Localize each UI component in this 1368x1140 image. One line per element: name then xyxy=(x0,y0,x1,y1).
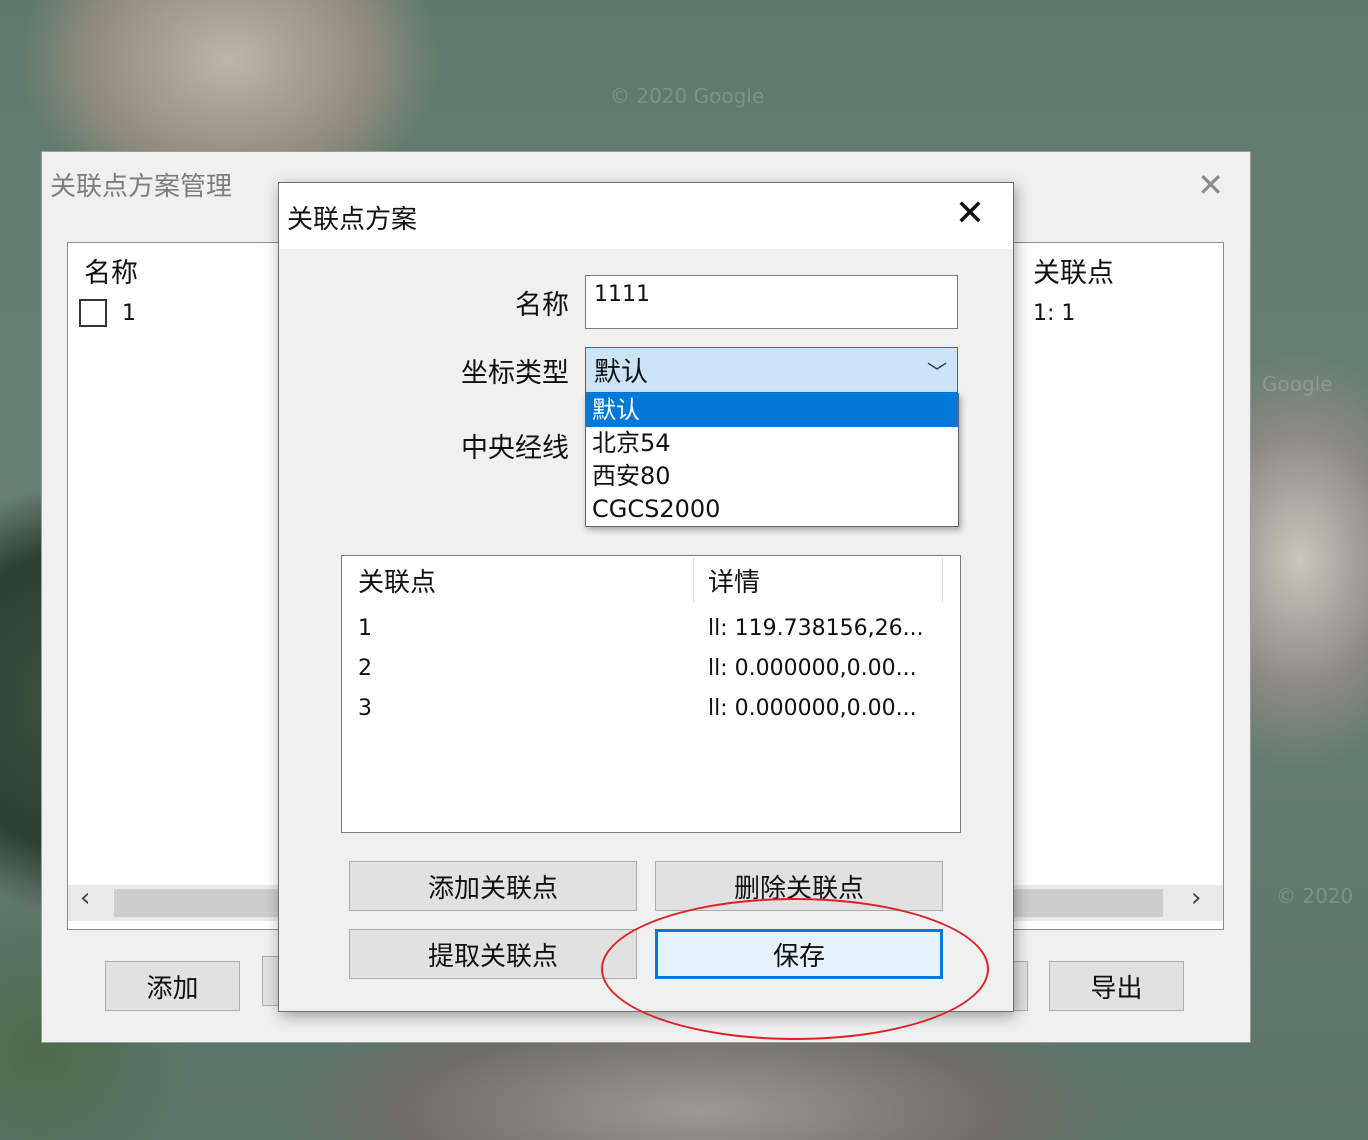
row-checkbox[interactable] xyxy=(79,299,107,327)
manager-title: 关联点方案管理 xyxy=(50,172,233,202)
map-watermark: © 2020 Google xyxy=(610,84,765,108)
horizontal-scrollbar[interactable]: ‹ xyxy=(68,883,283,921)
coord-type-value: 默认 xyxy=(594,357,648,388)
scheme-row-name[interactable]: 1 xyxy=(122,301,136,326)
name-input[interactable]: 1111 xyxy=(585,275,958,329)
horizontal-scrollbar[interactable]: › xyxy=(1013,883,1223,921)
column-divider[interactable] xyxy=(693,558,694,602)
meridian-label: 中央经线 xyxy=(461,433,569,464)
dialog-titlebar: 关联点方案 ✕ xyxy=(279,183,1013,249)
coord-option-xian80[interactable]: 西安80 xyxy=(586,460,958,493)
scrollbar-thumb[interactable] xyxy=(114,889,283,917)
coord-type-label: 坐标类型 xyxy=(461,358,569,389)
points-table: 关联点 详情 1 ll: 119.738156,26... 2 ll: 0.00… xyxy=(341,555,961,833)
points-column-header: 关联点 xyxy=(1033,258,1114,289)
extract-point-button[interactable]: 提取关联点 xyxy=(349,929,637,979)
close-icon[interactable]: ✕ xyxy=(955,193,985,234)
dialog-title: 关联点方案 xyxy=(287,205,418,235)
delete-point-button[interactable]: 删除关联点 xyxy=(655,861,943,911)
table-header-detail[interactable]: 详情 xyxy=(708,562,760,599)
scheme-list-panel: 名称 1 ‹ xyxy=(67,242,284,930)
coord-type-select[interactable]: 默认 ﹀ xyxy=(585,347,958,393)
table-header-point[interactable]: 关联点 xyxy=(358,562,436,599)
name-label: 名称 xyxy=(515,290,569,321)
table-cell-detail[interactable]: ll: 0.000000,0.00... xyxy=(708,656,917,681)
map-watermark: Google xyxy=(1262,372,1333,396)
column-divider[interactable] xyxy=(942,558,943,602)
coord-type-dropdown: 默认 北京54 西安80 CGCS2000 xyxy=(585,393,959,527)
table-cell-detail[interactable]: ll: 0.000000,0.00... xyxy=(708,696,917,721)
table-cell-point[interactable]: 2 xyxy=(358,656,372,681)
scrollbar-thumb[interactable] xyxy=(1013,889,1163,917)
name-column-header: 名称 xyxy=(84,258,138,289)
add-scheme-button[interactable]: 添加 xyxy=(105,961,240,1011)
table-cell-detail[interactable]: ll: 119.738156,26... xyxy=(708,616,924,641)
chevron-down-icon: ﹀ xyxy=(927,360,947,384)
export-button[interactable]: 导出 xyxy=(1049,961,1184,1011)
points-list-panel: 关联点 1: 1 › xyxy=(1012,242,1224,930)
scroll-right-icon[interactable]: › xyxy=(1191,883,1201,913)
close-icon[interactable]: ✕ xyxy=(1197,166,1224,204)
map-watermark: © 2020 xyxy=(1276,884,1354,908)
table-cell-point[interactable]: 1 xyxy=(358,616,372,641)
coord-option-default[interactable]: 默认 xyxy=(586,394,958,427)
add-point-button[interactable]: 添加关联点 xyxy=(349,861,637,911)
coord-option-cgcs2000[interactable]: CGCS2000 xyxy=(586,493,958,526)
save-button[interactable]: 保存 xyxy=(655,929,943,979)
points-row[interactable]: 1: 1 xyxy=(1033,301,1075,326)
coord-option-beijing54[interactable]: 北京54 xyxy=(586,427,958,460)
scheme-dialog: 关联点方案 ✕ 名称 1111 坐标类型 默认 ﹀ 中央经线 默认 北京54 西… xyxy=(278,182,1014,1012)
table-cell-point[interactable]: 3 xyxy=(358,696,372,721)
scroll-left-icon[interactable]: ‹ xyxy=(80,883,90,913)
